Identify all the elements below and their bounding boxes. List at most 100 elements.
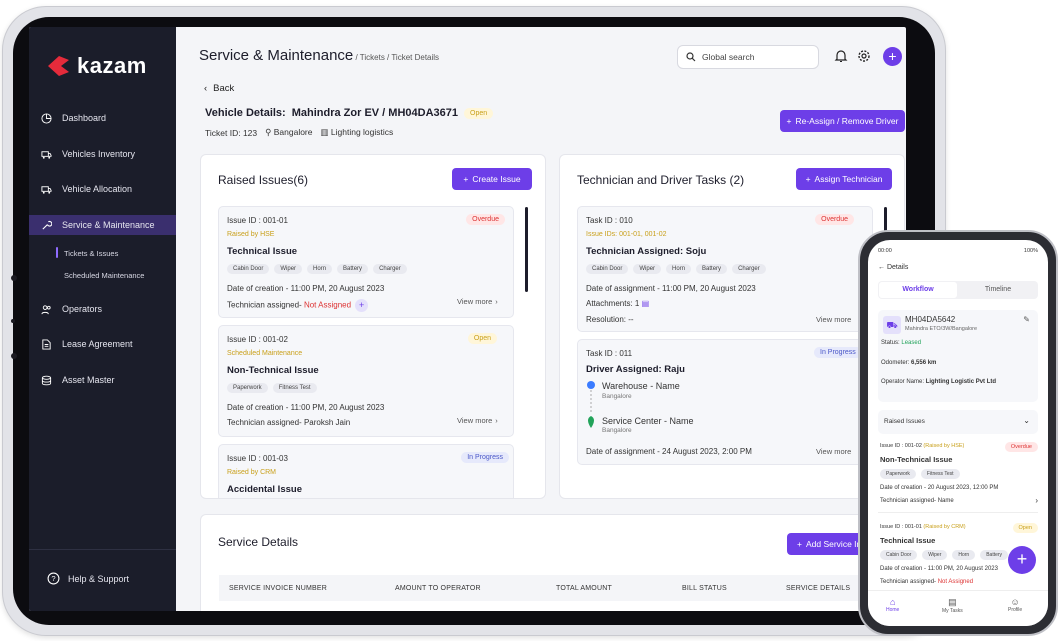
nav-my-tasks[interactable]: ▤ My Tasks <box>942 597 963 614</box>
sidebar-item-vehicle-allocation[interactable]: Vehicle Allocation <box>29 179 176 199</box>
raised-issues-title: Raised Issues(6) <box>218 173 309 187</box>
tag: Wiper <box>274 264 303 274</box>
phone-issue-title: Non-Technical Issue <box>880 455 953 464</box>
attachments-label: Attachments: 1 <box>586 299 640 308</box>
phone-issue-date: Date of creation - 20 August 2023, 12:00… <box>880 485 999 491</box>
status-battery: 100% <box>1023 248 1038 254</box>
sidebar-item-asset-master[interactable]: Asset Master <box>29 370 176 390</box>
issue-tags: Cabin Door Wiper Horn Battery Charger <box>227 264 407 274</box>
help-support-link[interactable]: ? Help & Support <box>47 572 129 585</box>
nav-profile[interactable]: ☺ Profile <box>1008 597 1022 613</box>
location-pin-icon: ⚲ <box>265 127 272 137</box>
chevron-right-icon: › <box>495 297 498 306</box>
issue-date: Date of creation - 11:00 PM, 20 August 2… <box>227 403 385 412</box>
global-search-input[interactable]: Global search <box>677 45 819 69</box>
issue-card[interactable]: Issue ID : 001-02 Open Scheduled Mainten… <box>218 325 514 437</box>
view-more-link[interactable]: View more <box>816 447 851 456</box>
reassign-driver-button[interactable]: + Re-Assign / Remove Driver <box>780 110 905 132</box>
create-issue-button[interactable]: + Create Issue <box>452 168 532 190</box>
tag: Cabin Door <box>880 550 918 560</box>
sidebar-item-label: Service & Maintenance <box>62 220 155 230</box>
nav-home[interactable]: ⌂ Home <box>886 597 899 613</box>
sidebar-subitem-tickets-issues[interactable]: Tickets & Issues <box>55 247 118 258</box>
task-id: Task ID : 010 <box>586 216 633 225</box>
issue-date: Date of creation - 11:00 PM, 20 August 2… <box>227 284 385 293</box>
assign-technician-button[interactable]: + Assign Technician <box>796 168 892 190</box>
tag: Wiper <box>922 550 948 560</box>
avatar-add-button[interactable]: + <box>883 47 902 66</box>
route-icon <box>587 381 595 428</box>
bell-icon[interactable] <box>834 49 848 63</box>
sidebar-item-lease-agreement[interactable]: Lease Agreement <box>29 334 176 354</box>
service-details-card: Service Details + Add Service In SERVICE … <box>200 514 906 611</box>
sidebar-item-label: Vehicle Allocation <box>62 184 133 194</box>
sidebar-item-operators[interactable]: Operators <box>29 299 176 319</box>
phone-vehicle-sub: Mahindra ETO/3W/Bangalore <box>905 326 978 332</box>
task-card[interactable]: Task ID : 010 Overdue Issue IDs: 001-01,… <box>577 206 873 332</box>
view-more-link[interactable]: View more <box>816 315 851 324</box>
nav-label: Home <box>886 607 900 613</box>
issue-card[interactable]: Issue ID : 001-01 Overdue Raised by HSE … <box>218 206 514 318</box>
scrollbar[interactable] <box>525 207 528 292</box>
sidebar-item-dashboard[interactable]: Dashboard <box>29 108 176 128</box>
truck-icon: ⛟ <box>883 316 901 334</box>
sidebar-item-service-maintenance[interactable]: Service & Maintenance <box>29 215 176 235</box>
task-date: Date of assignment - 11:00 PM, 20 August… <box>586 284 756 293</box>
bottom-nav: ⌂ Home ▤ My Tasks ☺ Profile <box>868 590 1048 626</box>
company-text: Lighting logistics <box>330 127 394 137</box>
help-icon: ? <box>47 572 60 585</box>
issue-id: Issue ID : 001-02 <box>227 335 288 344</box>
edit-icon[interactable]: ✎ <box>1023 315 1030 324</box>
task-card[interactable]: Task ID : 011 In Progress Driver Assigne… <box>577 339 873 465</box>
vehicle-details-heading: Vehicle Details: Mahindra Zor EV / MH04DA… <box>205 107 494 119</box>
fab-add-button[interactable]: + <box>1008 546 1036 574</box>
gear-icon[interactable] <box>857 49 871 63</box>
tag: Fitness Test <box>272 383 317 393</box>
divider <box>878 512 1038 513</box>
tag: Paperwork <box>880 469 916 479</box>
attachments[interactable]: Attachments: 1 ▤ <box>586 299 649 308</box>
wrench-icon <box>42 220 52 230</box>
tab-timeline[interactable]: Timeline <box>960 282 1036 298</box>
sidebar-item-vehicles-inventory[interactable]: Vehicles Inventory <box>29 144 176 164</box>
task-title: Driver Assigned: Raju <box>586 364 685 375</box>
chevron-left-icon: ‹ <box>204 83 208 94</box>
phone-header[interactable]: ← Details <box>878 264 908 271</box>
technician-label: Technician assigned- <box>227 300 302 310</box>
view-more-link[interactable]: View more › <box>457 297 498 306</box>
sidebar-item-label: Vehicles Inventory <box>62 149 136 159</box>
sidebar: kazam Dashboard Vehicles Inventory Vehic… <box>29 27 176 611</box>
status-value: Leased <box>901 340 922 346</box>
technician-label: Technician assigned- <box>880 579 937 585</box>
phone-title: Details <box>886 264 909 271</box>
issue-title: Non-Technical Issue <box>227 365 319 376</box>
main-content: Service & Maintenance / Tickets / Ticket… <box>176 27 906 611</box>
task-id: Task ID : 011 <box>586 349 633 358</box>
truck-icon <box>41 185 52 194</box>
view-more-link[interactable]: View more › <box>457 416 498 425</box>
reassign-label: Re-Assign / Remove Driver <box>795 116 899 126</box>
assign-technician-label: Assign Technician <box>814 174 883 184</box>
column-header: BILL STATUS <box>682 584 727 592</box>
chevron-right-icon[interactable]: › <box>1035 496 1038 505</box>
ticket-info: Ticket ID: 123 ⚲ Bangalore ▥ Lighting lo… <box>205 127 393 138</box>
raised-issues-accordion[interactable]: Raised Issues ⌄ <box>878 410 1038 434</box>
operator-value: Lighting Logistic Pvt Ltd <box>925 379 997 385</box>
camera-dot <box>11 319 15 323</box>
tag: Charger <box>732 264 766 274</box>
status-badge: Overdue <box>1004 442 1038 452</box>
add-technician-icon[interactable]: + <box>355 299 369 312</box>
tab-workflow[interactable]: Workflow <box>879 282 957 298</box>
plus-icon: + <box>786 116 792 126</box>
back-button[interactable]: ‹ Back <box>204 83 234 94</box>
location: ⚲ Bangalore <box>265 127 312 138</box>
brand-logo[interactable]: kazam <box>45 53 147 79</box>
issue-card[interactable]: Issue ID : 001-03 In Progress Raised by … <box>218 444 514 498</box>
breadcrumb[interactable]: / Tickets / Ticket Details <box>353 53 439 62</box>
vehicle-label: Vehicle Details: <box>205 107 286 119</box>
tasks-card: Technician and Driver Tasks (2) + Assign … <box>559 154 905 499</box>
sidebar-subitem-scheduled-maintenance[interactable]: Scheduled Maintenance <box>64 271 144 280</box>
phone-issue-tags: Paperwork Fitness Test <box>880 469 960 479</box>
side-button <box>11 275 17 281</box>
sidebar-item-label: Operators <box>62 304 103 314</box>
